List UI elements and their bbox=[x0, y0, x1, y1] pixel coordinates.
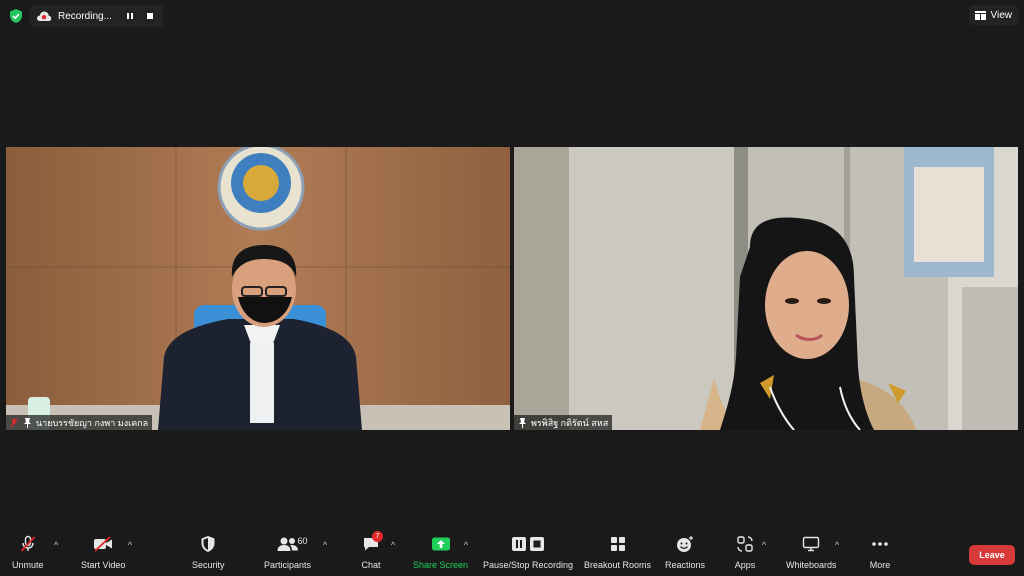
participant-video-feed bbox=[514, 147, 1018, 430]
whiteboards-button[interactable]: Whiteboards bbox=[786, 534, 837, 570]
pause-stop-recording-button[interactable]: Pause/Stop Recording bbox=[483, 534, 573, 570]
share-screen-icon bbox=[431, 537, 450, 551]
start-video-button[interactable]: Start Video bbox=[81, 534, 125, 570]
participant-video-feed bbox=[6, 147, 510, 430]
more-dots-icon bbox=[872, 542, 888, 546]
meeting-toolbar: Unmute ^ Start Video ^ Security 60 Parti… bbox=[0, 530, 1024, 576]
shield-icon bbox=[201, 536, 215, 552]
unmute-button[interactable]: Unmute bbox=[12, 534, 44, 570]
reactions-button[interactable]: Reactions bbox=[665, 534, 705, 570]
participants-label: Participants bbox=[264, 560, 312, 570]
apps-button[interactable]: Apps bbox=[733, 534, 757, 570]
pause-stop-recording-label: Pause/Stop Recording bbox=[483, 560, 574, 570]
participant-video-tile[interactable]: นายบรรชัยญา กงพา มงเคกล bbox=[6, 147, 510, 430]
breakout-rooms-button[interactable]: Breakout Rooms bbox=[584, 534, 651, 570]
security-shield-icon[interactable] bbox=[8, 8, 24, 24]
security-button[interactable]: Security bbox=[192, 534, 225, 570]
participants-options-caret-icon[interactable]: ^ bbox=[323, 540, 327, 550]
participants-count: 60 bbox=[297, 536, 308, 546]
chat-unread-badge: 7 bbox=[372, 531, 383, 542]
security-label: Security bbox=[192, 560, 225, 570]
chat-button[interactable]: 7 Chat bbox=[359, 531, 383, 570]
participant-name: พรพิสิฐ กติรัตน์ สหส bbox=[531, 417, 609, 428]
recording-indicator: Recording... bbox=[30, 5, 163, 27]
more-button[interactable]: More bbox=[868, 534, 892, 570]
whiteboards-label: Whiteboards bbox=[786, 560, 837, 570]
unmute-label: Unmute bbox=[12, 560, 44, 570]
participant-name-tag: พรพิสิฐ กติรัตน์ สหส bbox=[514, 415, 613, 430]
recording-label: Recording... bbox=[58, 10, 112, 22]
reactions-label: Reactions bbox=[665, 560, 706, 570]
participants-icon bbox=[277, 537, 298, 551]
audio-options-caret-icon[interactable]: ^ bbox=[54, 540, 58, 550]
apps-label: Apps bbox=[734, 560, 756, 570]
muted-microphone-icon bbox=[20, 535, 35, 552]
breakout-rooms-label: Breakout Rooms bbox=[584, 560, 652, 570]
chat-options-caret-icon[interactable]: ^ bbox=[391, 540, 395, 550]
more-label: More bbox=[869, 560, 891, 570]
smiley-icon bbox=[677, 536, 694, 552]
participant-name: นายบรรชัยญา กงพา มงเคกล bbox=[36, 417, 149, 428]
view-label: View bbox=[990, 9, 1013, 21]
start-video-label: Start Video bbox=[81, 560, 126, 570]
share-screen-button[interactable]: Share Screen bbox=[413, 534, 468, 570]
pause-recording-icon[interactable] bbox=[123, 9, 137, 23]
apps-icon bbox=[737, 536, 753, 552]
video-options-caret-icon[interactable]: ^ bbox=[128, 540, 132, 550]
pin-icon bbox=[23, 417, 33, 428]
apps-options-caret-icon[interactable]: ^ bbox=[762, 540, 766, 550]
cloud-recording-icon bbox=[36, 11, 52, 21]
participant-name-tag: นายบรรชัยญา กงพา มงเคกล bbox=[6, 415, 153, 430]
whiteboard-icon bbox=[803, 536, 820, 552]
pause-stop-icon bbox=[512, 537, 545, 551]
video-off-icon bbox=[94, 536, 113, 552]
stop-recording-icon[interactable] bbox=[143, 9, 157, 23]
pin-icon bbox=[518, 417, 528, 428]
chat-label: Chat bbox=[361, 560, 381, 570]
view-grid-icon bbox=[974, 10, 986, 20]
leave-button[interactable]: Leave bbox=[969, 545, 1015, 565]
breakout-rooms-icon bbox=[610, 537, 625, 551]
muted-mic-icon bbox=[10, 417, 20, 428]
view-button[interactable]: View bbox=[968, 5, 1018, 25]
share-options-caret-icon[interactable]: ^ bbox=[464, 540, 468, 550]
participant-video-tile[interactable]: พรพิสิฐ กติรัตน์ สหส bbox=[514, 147, 1018, 430]
whiteboards-options-caret-icon[interactable]: ^ bbox=[835, 540, 839, 550]
share-screen-label: Share Screen bbox=[413, 560, 469, 570]
participants-button[interactable]: 60 Participants bbox=[264, 534, 311, 570]
